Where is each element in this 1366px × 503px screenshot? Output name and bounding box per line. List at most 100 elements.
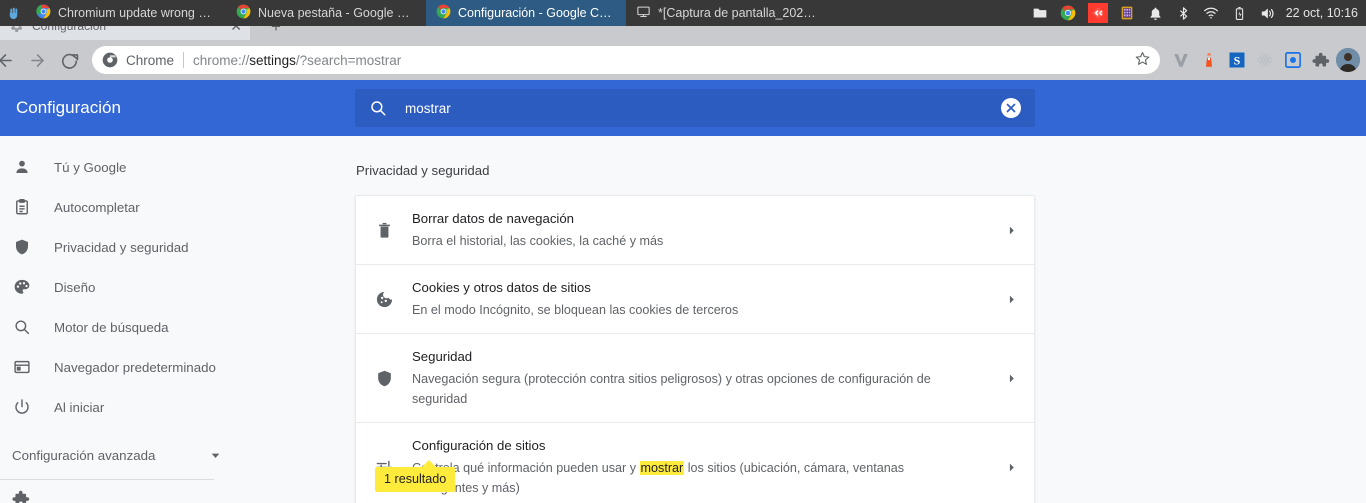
search-input[interactable]: mostrar <box>405 101 1001 116</box>
lighthouse-icon[interactable] <box>1196 47 1222 73</box>
sidebar-item-label: Al iniciar <box>54 399 105 415</box>
notifications-bell-icon[interactable] <box>1147 5 1164 22</box>
files-icon[interactable] <box>1032 5 1049 22</box>
sidebar-item-label: Diseño <box>54 279 96 295</box>
settings-search-box[interactable]: mostrar <box>355 89 1035 127</box>
sidebar-item-label: Privacidad y seguridad <box>54 239 189 255</box>
row-title: Borrar datos de navegación <box>412 211 575 226</box>
forward-button[interactable] <box>22 45 52 75</box>
chevron-right-icon[interactable] <box>988 294 1034 305</box>
bookmark-star-icon[interactable] <box>1127 51 1150 70</box>
os-taskbar: Chromium update wrong wi... Nueva pestañ… <box>0 0 1366 26</box>
puzzle-extensions-icon[interactable] <box>1308 47 1334 73</box>
chevron-right-icon[interactable] <box>988 373 1034 384</box>
puzzle-extensions-icon <box>12 489 30 503</box>
privacy-settings-card: Borrar datos de navegación Borra el hist… <box>355 195 1035 503</box>
clipboard-icon <box>12 197 32 217</box>
omnibox-url-host: settings <box>249 52 296 68</box>
taskbar-window-1[interactable]: Nueva pestaña - Google Chr... <box>226 0 426 26</box>
sidebar-item-navegador-predeterminado[interactable]: Navegador predeterminado <box>0 347 228 387</box>
omnibox-url: chrome://settings/?search=mostrar <box>193 53 401 68</box>
sidebar-item-diseno[interactable]: Diseño <box>0 267 228 307</box>
taskbar-window-label: Chromium update wrong wi... <box>58 6 216 20</box>
row-title: Configuración de sitios <box>412 438 546 453</box>
bluetooth-icon[interactable] <box>1175 5 1192 22</box>
taskbar-window-label: Configuración - Google Chr... <box>458 6 616 20</box>
palette-icon <box>12 277 32 297</box>
chrome-icon <box>36 4 51 22</box>
row-title: Cookies y otros datos de sitios <box>412 280 591 295</box>
sidebar-item-label: Tú y Google <box>54 159 127 175</box>
keepassxc-icon[interactable] <box>1087 3 1108 23</box>
person-icon <box>12 157 32 177</box>
reload-button[interactable] <box>54 45 84 75</box>
search-match-highlight: mostrar <box>639 461 685 475</box>
sidebar-item-privacidad-y-seguridad[interactable]: Privacidad y seguridad <box>0 227 228 267</box>
wifi-icon[interactable] <box>1203 5 1220 22</box>
battery-icon[interactable] <box>1231 5 1248 22</box>
loom-icon[interactable] <box>1280 47 1306 73</box>
chrome-icon[interactable] <box>1060 5 1077 22</box>
row-title: Seguridad <box>412 349 473 364</box>
settings-row-cookies[interactable]: Cookies y otros datos de sitios En el mo… <box>356 265 1034 334</box>
taskbar-grip-handle[interactable] <box>0 0 26 26</box>
chevron-right-icon[interactable] <box>988 462 1034 473</box>
taskbar-clock: 22 oct, 10:16 <box>1285 6 1358 20</box>
taskbar-window-0[interactable]: Chromium update wrong wi... <box>26 0 226 26</box>
settings-body: Tú y Google Autocompletar Privacidad y s… <box>0 136 1366 503</box>
chevron-right-icon[interactable] <box>988 225 1034 236</box>
volume-icon[interactable] <box>1259 5 1276 22</box>
settings-row-text: Seguridad Navegación segura (protección … <box>412 347 988 409</box>
clear-search-icon[interactable] <box>1001 98 1021 118</box>
sidebar-advanced-label: Configuración avanzada <box>12 447 156 463</box>
address-bar[interactable]: Chrome chrome://settings/?search=mostrar <box>92 46 1160 74</box>
shield-icon <box>356 369 412 388</box>
search-results-tooltip: 1 resultado <box>375 460 456 492</box>
page-title: Configuración <box>16 98 121 117</box>
taskbar-window-label: *[Captura de pantalla_2021... <box>658 6 816 20</box>
sidebar-item-tu-y-google[interactable]: Tú y Google <box>0 147 228 187</box>
sidebar-item-extensiones-partial[interactable] <box>0 480 228 503</box>
trash-icon <box>356 221 412 240</box>
cookie-icon <box>356 290 412 309</box>
screenshot-icon <box>636 4 651 22</box>
chrome-icon <box>436 4 451 22</box>
settings-row-borrar-datos[interactable]: Borrar datos de navegación Borra el hist… <box>356 196 1034 265</box>
taskbar-window-2[interactable]: Configuración - Google Chr... <box>426 0 626 26</box>
sidebar-item-configuracion-avanzada[interactable]: Configuración avanzada <box>0 435 228 475</box>
settings-row-seguridad[interactable]: Seguridad Navegación segura (protección … <box>356 334 1034 423</box>
chevron-down-icon[interactable] <box>202 449 228 462</box>
svg-text:S: S <box>1234 54 1241 68</box>
sidebar-item-label: Motor de búsqueda <box>54 319 169 335</box>
taskbar-window-3[interactable]: *[Captura de pantalla_2021... <box>626 0 826 26</box>
search-icon <box>369 99 387 117</box>
omnibox-scheme-label: Chrome <box>126 52 175 68</box>
row-subtitle: Navegación segura (protección contra sit… <box>412 372 931 406</box>
browser-window-icon <box>12 357 32 377</box>
calculator-icon[interactable] <box>1119 5 1136 22</box>
system-tray <box>1032 3 1286 23</box>
react-devtools-icon[interactable] <box>1252 47 1278 73</box>
sidebar-item-motor-de-busqueda[interactable]: Motor de búsqueda <box>0 307 228 347</box>
sidebar-item-label: Autocompletar <box>54 199 140 215</box>
row-subtitle: Controla qué información pueden usar y m… <box>412 458 968 498</box>
shield-icon <box>12 237 32 257</box>
row-subtitle: En el modo Incógnito, se bloquean las co… <box>412 303 739 317</box>
settings-main: Privacidad y seguridad Borrar datos de n… <box>355 136 1035 503</box>
omnibox-url-suffix: /?search=mostrar <box>295 52 402 68</box>
sidebar-item-autocompletar[interactable]: Autocompletar <box>0 187 228 227</box>
avatar[interactable] <box>1336 48 1360 72</box>
chrome-logo-icon <box>102 52 118 68</box>
settings-header: Configuración mostrar <box>0 80 1366 136</box>
omnibox-separator <box>183 52 185 68</box>
settings-row-configuracion-de-sitios[interactable]: Configuración de sitios Controla qué inf… <box>356 423 1034 503</box>
vimium-icon[interactable] <box>1168 47 1194 73</box>
scribe-icon[interactable]: S <box>1224 47 1250 73</box>
omnibox-url-prefix: chrome:// <box>193 52 250 68</box>
back-button[interactable] <box>0 45 20 75</box>
chrome-icon <box>236 4 251 22</box>
sidebar-item-al-iniciar[interactable]: Al iniciar <box>0 387 228 427</box>
search-icon <box>12 317 32 337</box>
settings-row-text: Cookies y otros datos de sitios En el mo… <box>412 278 988 320</box>
section-title: Privacidad y seguridad <box>356 163 490 178</box>
